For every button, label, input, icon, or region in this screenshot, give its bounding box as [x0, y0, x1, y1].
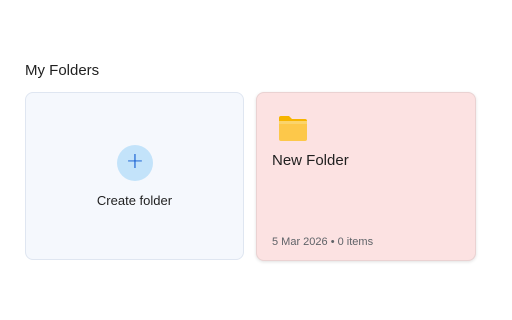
plus-icon: + — [117, 145, 153, 181]
create-folder-card[interactable]: + Create folder — [25, 92, 244, 260]
create-folder-label: Create folder — [96, 193, 173, 208]
folder-name: New Folder — [272, 152, 349, 169]
folders-page: My Folders + Create folder New Folder 5 … — [0, 0, 512, 320]
folder-icon — [279, 116, 307, 141]
section-title: My Folders — [25, 62, 100, 79]
folder-card[interactable]: New Folder 5 Mar 2026 • 0 items — [256, 92, 476, 261]
folder-meta: 5 Mar 2026 • 0 items — [272, 236, 374, 248]
